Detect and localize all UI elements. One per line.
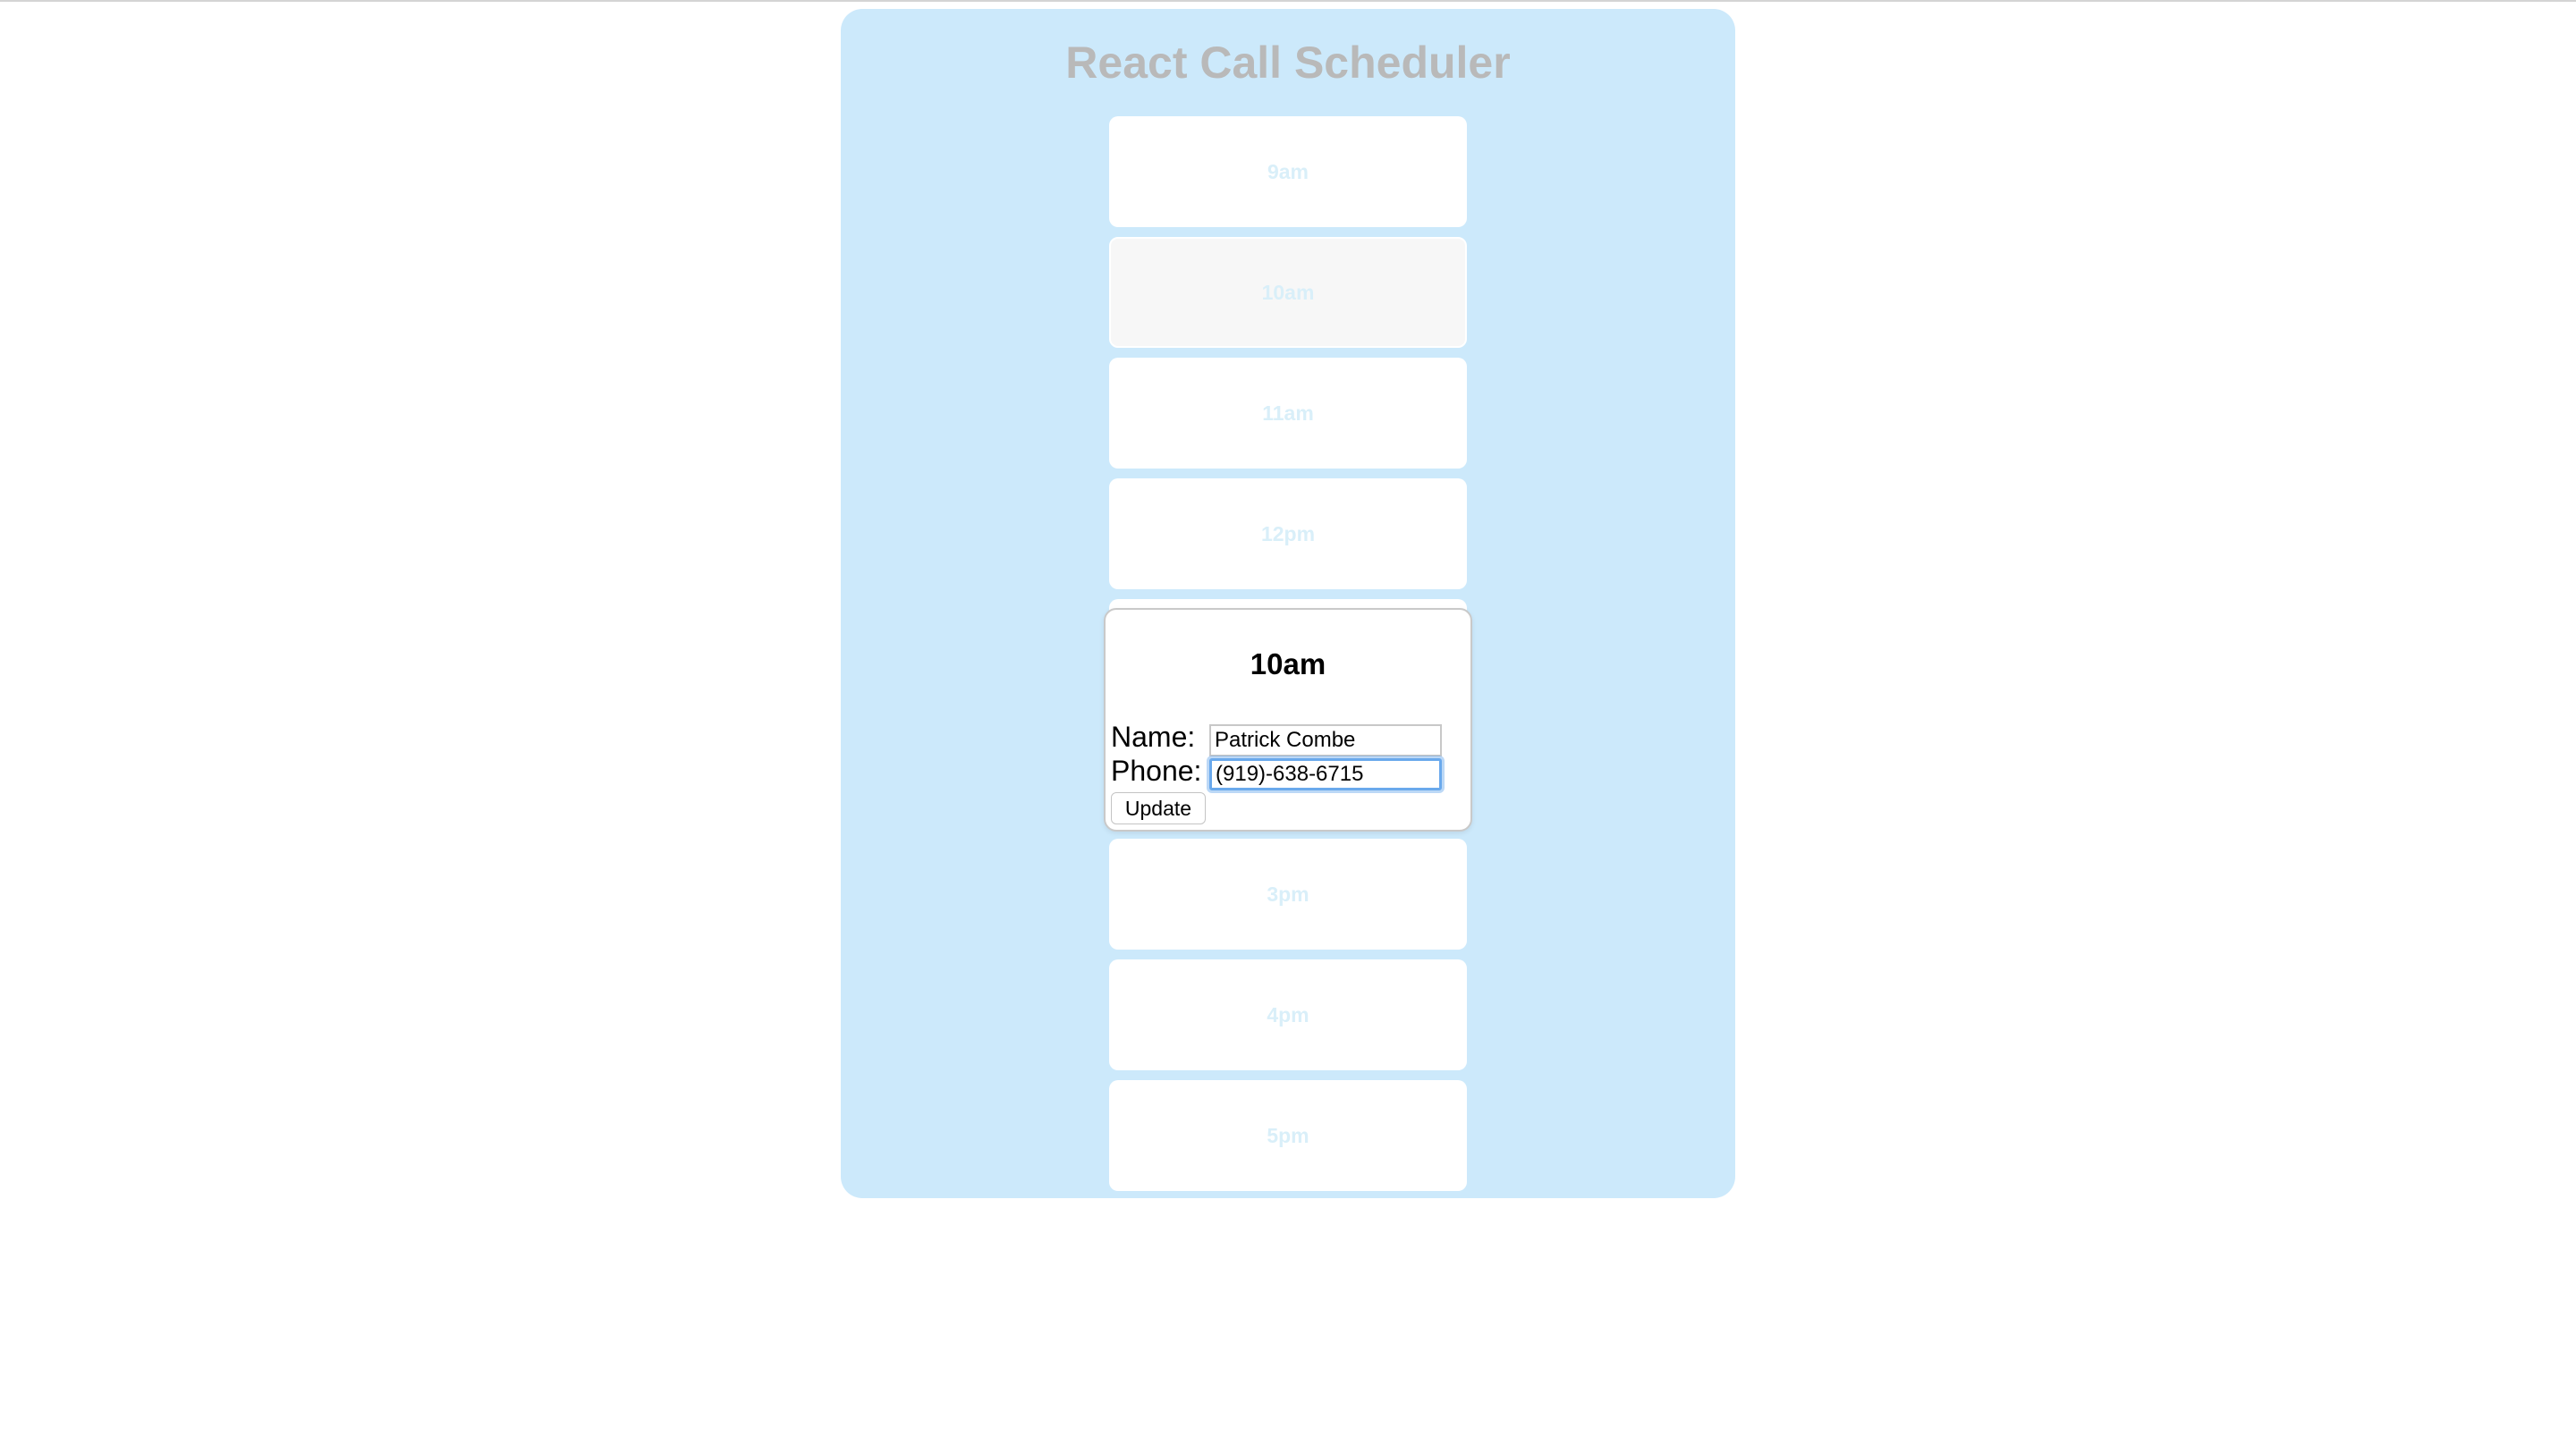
scheduler-panel: React Call Scheduler 9am 10am 11am 12pm … — [841, 9, 1735, 1198]
appointment-modal: 10am Name: Phone: Update — [1104, 608, 1472, 832]
update-button[interactable]: Update — [1111, 792, 1206, 824]
name-input[interactable] — [1209, 724, 1442, 756]
phone-label: Phone: — [1111, 755, 1202, 787]
phone-input[interactable] — [1209, 758, 1442, 790]
modal-title: 10am — [1250, 647, 1326, 680]
time-slot-9am[interactable]: 9am — [1109, 116, 1467, 227]
time-slot-11am[interactable]: 11am — [1109, 358, 1467, 469]
window-top-border — [0, 0, 2576, 2]
time-slot-4pm[interactable]: 4pm — [1109, 959, 1467, 1070]
page-title: React Call Scheduler — [1065, 38, 1511, 88]
time-slot-10am[interactable]: 10am — [1109, 237, 1467, 348]
name-label: Name: — [1111, 721, 1196, 753]
time-slot-12pm[interactable]: 12pm — [1109, 478, 1467, 589]
time-slot-3pm[interactable]: 3pm — [1109, 839, 1467, 950]
time-slot-5pm[interactable]: 5pm — [1109, 1080, 1467, 1191]
